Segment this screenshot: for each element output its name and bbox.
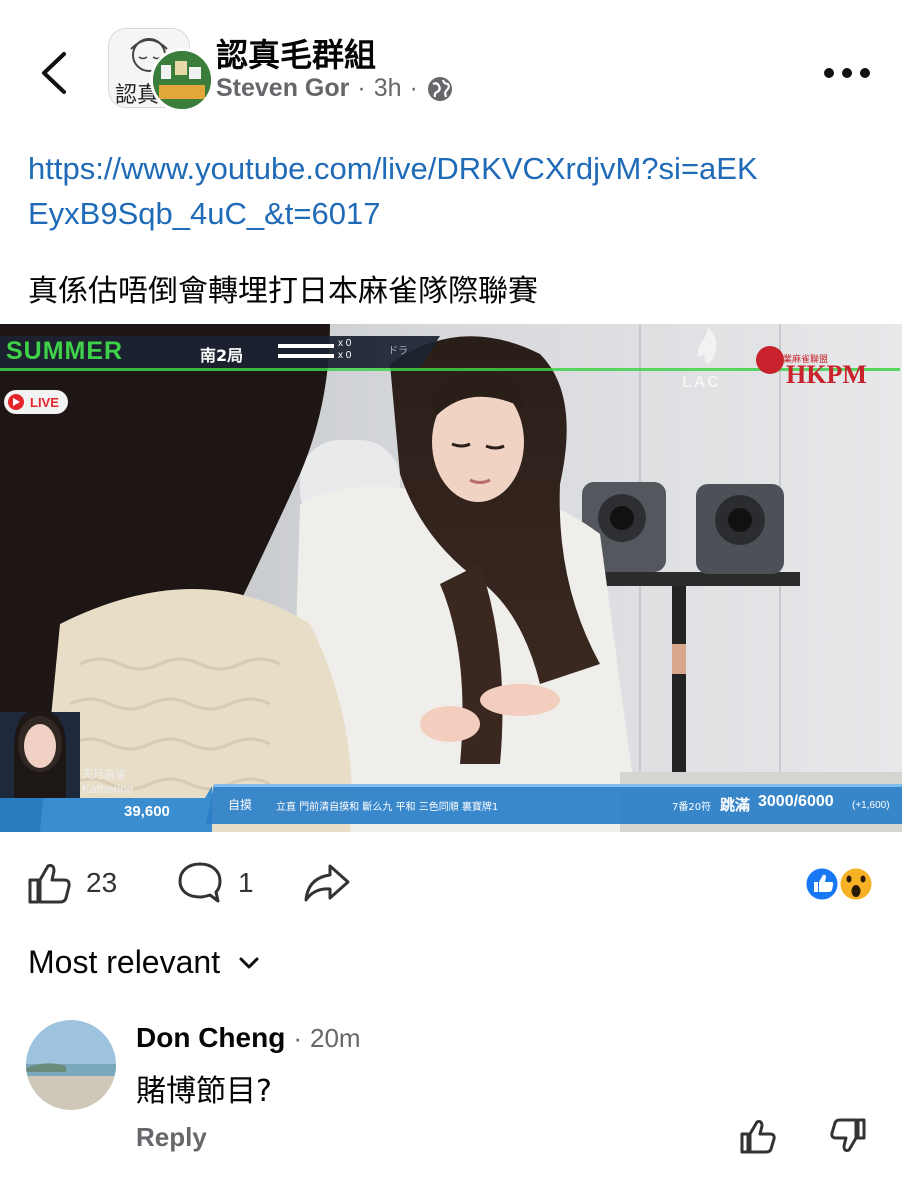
summer-league-label: SUMMER bbox=[6, 337, 124, 365]
bonus-points: (+1,600) bbox=[852, 800, 890, 811]
sort-label: Most relevant bbox=[28, 944, 221, 980]
meta-separator: · bbox=[409, 74, 418, 102]
thumbs-up-icon bbox=[28, 864, 71, 904]
comment-sort-dropdown[interactable]: Most relevant bbox=[28, 944, 260, 981]
group-name[interactable]: 認真毛群組 bbox=[216, 30, 376, 76]
post-link[interactable]: https://www.youtube.com/live/DRKVCXrdjvM… bbox=[28, 146, 768, 236]
chevron-down-icon bbox=[239, 957, 259, 968]
meta-separator: · bbox=[357, 74, 366, 102]
like-reaction-icon bbox=[803, 865, 841, 903]
back-chevron-icon[interactable] bbox=[36, 50, 76, 96]
like-count: 23 bbox=[86, 867, 118, 898]
dora-label: ドラ bbox=[388, 346, 408, 357]
round-label: 南2局 bbox=[200, 346, 244, 365]
player-team: 天月麻雀 bbox=[82, 768, 126, 781]
share-button[interactable] bbox=[302, 858, 352, 908]
comment-time: 20m bbox=[309, 1023, 361, 1053]
han-fu: 7番20符 bbox=[672, 802, 712, 813]
comment-separator: · bbox=[293, 1023, 302, 1053]
yaku-list: 立直 門前清自摸和 斷么九 平和 三色同順 裏寶牌1 bbox=[276, 802, 499, 813]
hkpm-logo: HKPM bbox=[786, 360, 867, 389]
score-a: x 0 bbox=[338, 338, 352, 349]
reactions-summary[interactable] bbox=[802, 864, 882, 904]
comment-button[interactable]: 1 bbox=[176, 858, 254, 908]
share-icon bbox=[304, 864, 350, 902]
comment-icon bbox=[178, 862, 222, 903]
post-meta: Steven Gor · 3h · bbox=[216, 74, 454, 103]
commenter-name[interactable]: Don Cheng bbox=[136, 1022, 285, 1054]
more-options-icon[interactable] bbox=[822, 66, 872, 80]
comment-text: 賭博節目? bbox=[136, 1074, 272, 1109]
win-type: 自摸 bbox=[228, 798, 253, 812]
haneman-label: 跳滿 bbox=[720, 796, 751, 814]
author-name[interactable]: Steven Gor bbox=[216, 74, 349, 103]
commenter-avatar[interactable] bbox=[26, 1020, 116, 1110]
post-time[interactable]: 3h bbox=[374, 74, 402, 103]
video-thumbnail[interactable]: SUMMER 南2局 x 0 x 0 ドラ LIVE LAC 香港專業麻雀聯盟 … bbox=[0, 324, 902, 832]
live-badge: LIVE bbox=[30, 395, 59, 410]
player-name: Katherine bbox=[82, 782, 134, 796]
win-points: 3000/6000 bbox=[758, 793, 834, 810]
player-score: 39,600 bbox=[124, 803, 170, 820]
comment-count: 1 bbox=[238, 867, 254, 898]
comment-upvote-icon[interactable] bbox=[738, 1116, 778, 1156]
group-sub-avatar bbox=[150, 48, 214, 112]
like-button[interactable]: 23 bbox=[26, 858, 117, 908]
score-b: x 0 bbox=[338, 350, 352, 361]
reply-button[interactable]: Reply bbox=[136, 1122, 207, 1153]
lac-logo: LAC bbox=[682, 374, 721, 391]
comment-header: Don Cheng · 20m bbox=[136, 1022, 361, 1054]
wow-reaction-icon bbox=[837, 865, 875, 903]
comment-downvote-icon[interactable] bbox=[828, 1116, 868, 1156]
globe-icon bbox=[427, 76, 452, 101]
post-text: 真係估唔倒會轉埋打日本麻雀隊際聯賽 bbox=[28, 274, 538, 309]
